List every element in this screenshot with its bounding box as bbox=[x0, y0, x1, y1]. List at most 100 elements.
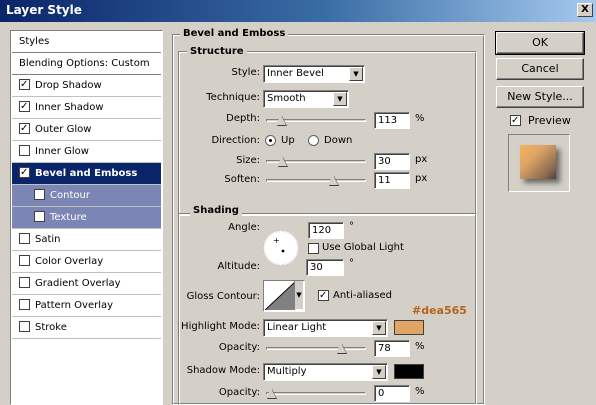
direction-down-radio[interactable] bbox=[308, 135, 319, 146]
preview-swatch bbox=[520, 145, 556, 179]
cancel-button[interactable]: Cancel bbox=[496, 58, 584, 80]
preview-checkbox[interactable] bbox=[510, 115, 521, 126]
soften-unit: px bbox=[415, 173, 428, 184]
highlight-mode-value: Linear Light bbox=[267, 322, 327, 333]
style-item-checkbox[interactable] bbox=[19, 232, 30, 244]
use-global-light-checkbox[interactable] bbox=[308, 243, 319, 254]
style-item-checkbox[interactable] bbox=[19, 122, 30, 134]
style-item-checkbox[interactable] bbox=[19, 166, 30, 178]
title-bar: Layer Style X bbox=[0, 0, 596, 22]
highlight-opacity-slider[interactable] bbox=[266, 343, 366, 355]
size-input[interactable]: 30 bbox=[374, 153, 410, 170]
style-item-label: Inner Glow bbox=[35, 146, 89, 157]
soften-slider-thumb[interactable] bbox=[328, 175, 338, 185]
anti-aliased-checkbox[interactable] bbox=[318, 290, 329, 301]
size-unit: px bbox=[415, 154, 428, 165]
shadow-opacity-slider[interactable] bbox=[266, 388, 366, 400]
style-select[interactable]: Inner Bevel ▼ bbox=[263, 65, 365, 83]
new-style-button[interactable]: New Style... bbox=[496, 86, 584, 108]
size-label: Size: bbox=[236, 155, 260, 166]
style-item-stroke[interactable]: Stroke bbox=[12, 317, 161, 339]
angle-unit: ° bbox=[349, 221, 354, 232]
technique-value: Smooth bbox=[267, 93, 306, 104]
bevel-emboss-title: Bevel and Emboss bbox=[180, 28, 289, 39]
direction-up-radio[interactable] bbox=[265, 135, 276, 146]
chevron-down-icon[interactable]: ▼ bbox=[333, 92, 347, 106]
direction-down-label: Down bbox=[324, 135, 353, 146]
shadow-opacity-thumb[interactable] bbox=[266, 388, 276, 398]
shadow-color-swatch[interactable] bbox=[394, 364, 424, 379]
style-item-checkbox[interactable] bbox=[19, 254, 30, 266]
window-title: Layer Style bbox=[6, 3, 82, 17]
chevron-down-icon[interactable]: ▼ bbox=[372, 365, 386, 379]
depth-slider[interactable] bbox=[266, 115, 366, 127]
highlight-mode-select[interactable]: Linear Light ▼ bbox=[263, 319, 388, 337]
angle-dial-icon[interactable]: + bbox=[262, 229, 300, 267]
style-item-checkbox[interactable] bbox=[19, 144, 30, 156]
chevron-down-icon[interactable]: ▼ bbox=[372, 321, 386, 335]
style-item-label: Texture bbox=[50, 212, 87, 223]
contour-preview-icon bbox=[265, 282, 295, 310]
style-item-gradient-overlay[interactable]: Gradient Overlay bbox=[12, 273, 161, 295]
style-label: Style: bbox=[231, 67, 261, 78]
highlight-opacity-label: Opacity: bbox=[218, 342, 260, 353]
style-item-texture[interactable]: Texture bbox=[12, 207, 161, 229]
style-item-bevel-and-emboss[interactable]: Bevel and Emboss bbox=[12, 163, 161, 185]
style-item-checkbox[interactable] bbox=[19, 320, 30, 332]
style-item-drop-shadow[interactable]: Drop Shadow bbox=[12, 75, 161, 97]
close-button[interactable]: X bbox=[577, 3, 593, 17]
technique-label: Technique: bbox=[206, 92, 260, 103]
style-item-contour[interactable]: Contour bbox=[12, 185, 161, 207]
style-item-inner-shadow[interactable]: Inner Shadow bbox=[12, 97, 161, 119]
style-item-checkbox[interactable] bbox=[19, 100, 30, 112]
chevron-down-icon[interactable]: ▼ bbox=[294, 281, 303, 309]
structure-title: Structure bbox=[187, 46, 247, 57]
shadow-opacity-unit: % bbox=[415, 386, 425, 397]
direction-label: Direction: bbox=[211, 135, 260, 146]
angle-label: Angle: bbox=[228, 222, 260, 233]
style-item-inner-glow[interactable]: Inner Glow bbox=[12, 141, 161, 163]
highlight-color-swatch[interactable] bbox=[394, 320, 424, 335]
size-slider[interactable] bbox=[266, 156, 366, 168]
shadow-opacity-input[interactable]: 0 bbox=[374, 385, 410, 402]
shadow-opacity-label: Opacity: bbox=[218, 387, 260, 398]
depth-input[interactable]: 113 bbox=[374, 112, 410, 129]
highlight-opacity-input[interactable]: 78 bbox=[374, 340, 410, 357]
style-item-label: Bevel and Emboss bbox=[35, 168, 138, 179]
style-item-satin[interactable]: Satin bbox=[12, 229, 161, 251]
depth-label: Depth: bbox=[226, 113, 260, 124]
altitude-input[interactable]: 30 bbox=[306, 259, 344, 276]
style-item-blending-options-custom[interactable]: Blending Options: Custom bbox=[12, 53, 161, 75]
style-item-checkbox[interactable] bbox=[19, 78, 30, 90]
soften-slider[interactable] bbox=[266, 175, 366, 187]
highlight-opacity-unit: % bbox=[415, 341, 425, 352]
angle-input[interactable]: 120 bbox=[308, 222, 344, 239]
gloss-contour-picker[interactable]: ▼ bbox=[263, 280, 305, 312]
style-item-color-overlay[interactable]: Color Overlay bbox=[12, 251, 161, 273]
size-slider-thumb[interactable] bbox=[277, 156, 287, 166]
dialog-body: Styles Blending Options: Custom Drop Shado… bbox=[0, 22, 596, 405]
use-global-light-label: Use Global Light bbox=[322, 242, 404, 253]
ok-button[interactable]: OK bbox=[495, 31, 585, 55]
shadow-mode-value: Multiply bbox=[267, 366, 307, 377]
style-item-label: Blending Options: Custom bbox=[19, 58, 150, 69]
highlight-opacity-thumb[interactable] bbox=[336, 343, 346, 353]
chevron-down-icon[interactable]: ▼ bbox=[349, 67, 363, 81]
soften-input[interactable]: 11 bbox=[374, 172, 410, 189]
style-item-checkbox[interactable] bbox=[19, 276, 30, 288]
depth-slider-thumb[interactable] bbox=[276, 115, 286, 125]
style-item-label: Pattern Overlay bbox=[35, 300, 114, 311]
style-item-pattern-overlay[interactable]: Pattern Overlay bbox=[12, 295, 161, 317]
technique-select[interactable]: Smooth ▼ bbox=[263, 90, 349, 108]
style-item-checkbox[interactable] bbox=[19, 298, 30, 310]
direction-up-label: Up bbox=[281, 135, 295, 146]
style-item-label: Stroke bbox=[35, 322, 67, 333]
style-item-styles[interactable]: Styles bbox=[12, 31, 161, 53]
svg-text:+: + bbox=[273, 236, 280, 245]
style-item-label: Satin bbox=[35, 234, 61, 245]
style-item-outer-glow[interactable]: Outer Glow bbox=[12, 119, 161, 141]
shadow-mode-select[interactable]: Multiply ▼ bbox=[263, 363, 388, 381]
style-item-checkbox[interactable] bbox=[34, 188, 45, 200]
gloss-contour-label: Gloss Contour: bbox=[186, 291, 260, 302]
style-item-checkbox[interactable] bbox=[34, 210, 45, 222]
